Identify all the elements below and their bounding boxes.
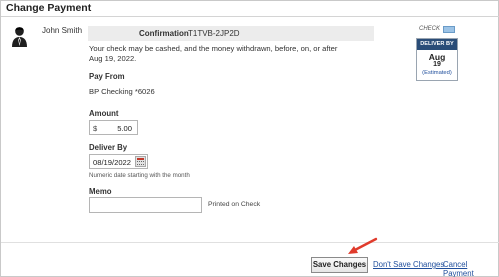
- save-changes-button[interactable]: Save Changes: [311, 257, 368, 273]
- calendar-icon[interactable]: [135, 156, 146, 167]
- payment-method-label: CHECK: [419, 26, 441, 32]
- memo-hint: Printed on Check: [208, 201, 261, 208]
- dialog-title: Change Payment: [6, 2, 92, 14]
- confirmation-label: Confirmation: [139, 29, 189, 38]
- amount-label: Amount: [89, 109, 119, 118]
- memo-input[interactable]: [89, 197, 202, 213]
- currency-symbol: $: [93, 124, 98, 133]
- amount-value: 5.00: [117, 124, 132, 133]
- payee-name: John Smith: [42, 26, 83, 35]
- deliver-by-card: DELIVER BY Aug 19 (Estimated): [416, 38, 458, 81]
- red-arrow-icon: [348, 237, 378, 254]
- check-card-icon: [443, 26, 455, 33]
- deliver-by-hint: Numeric date starting with the month: [89, 172, 190, 179]
- person-icon: [12, 27, 27, 47]
- change-payment-dialog: Change Payment John Smith Confirmation T…: [0, 0, 499, 277]
- deliver-by-date-input[interactable]: 08/19/2022: [89, 154, 148, 169]
- estimated-link[interactable]: (Estimated): [417, 70, 457, 76]
- footer-divider: [1, 242, 499, 243]
- delivery-badge: CHECK DELIVER BY Aug 19 (Estimated): [416, 25, 458, 81]
- confirmation-bar: Confirmation T1TVB-2JP2D: [88, 26, 374, 41]
- title-divider: [1, 16, 499, 17]
- memo-label: Memo: [89, 187, 112, 196]
- cancel-payment-link[interactable]: Cancel Payment: [443, 260, 498, 277]
- deliver-by-label: Deliver By: [89, 143, 128, 152]
- deliver-by-header: DELIVER BY: [417, 39, 457, 50]
- amount-input[interactable]: $ 5.00: [89, 120, 138, 135]
- deliver-by-date-value: 08/19/2022: [93, 158, 132, 167]
- dont-save-changes-link[interactable]: Don't Save Changes: [373, 260, 444, 269]
- deliver-day: 19: [433, 61, 441, 68]
- pay-from-account: BP Checking *6026: [89, 87, 155, 96]
- confirmation-number: T1TVB-2JP2D: [188, 29, 240, 38]
- cash-notice: Your check may be cashed, and the money …: [89, 44, 338, 63]
- pay-from-label: Pay From: [89, 72, 125, 81]
- payment-method: CHECK: [416, 25, 458, 35]
